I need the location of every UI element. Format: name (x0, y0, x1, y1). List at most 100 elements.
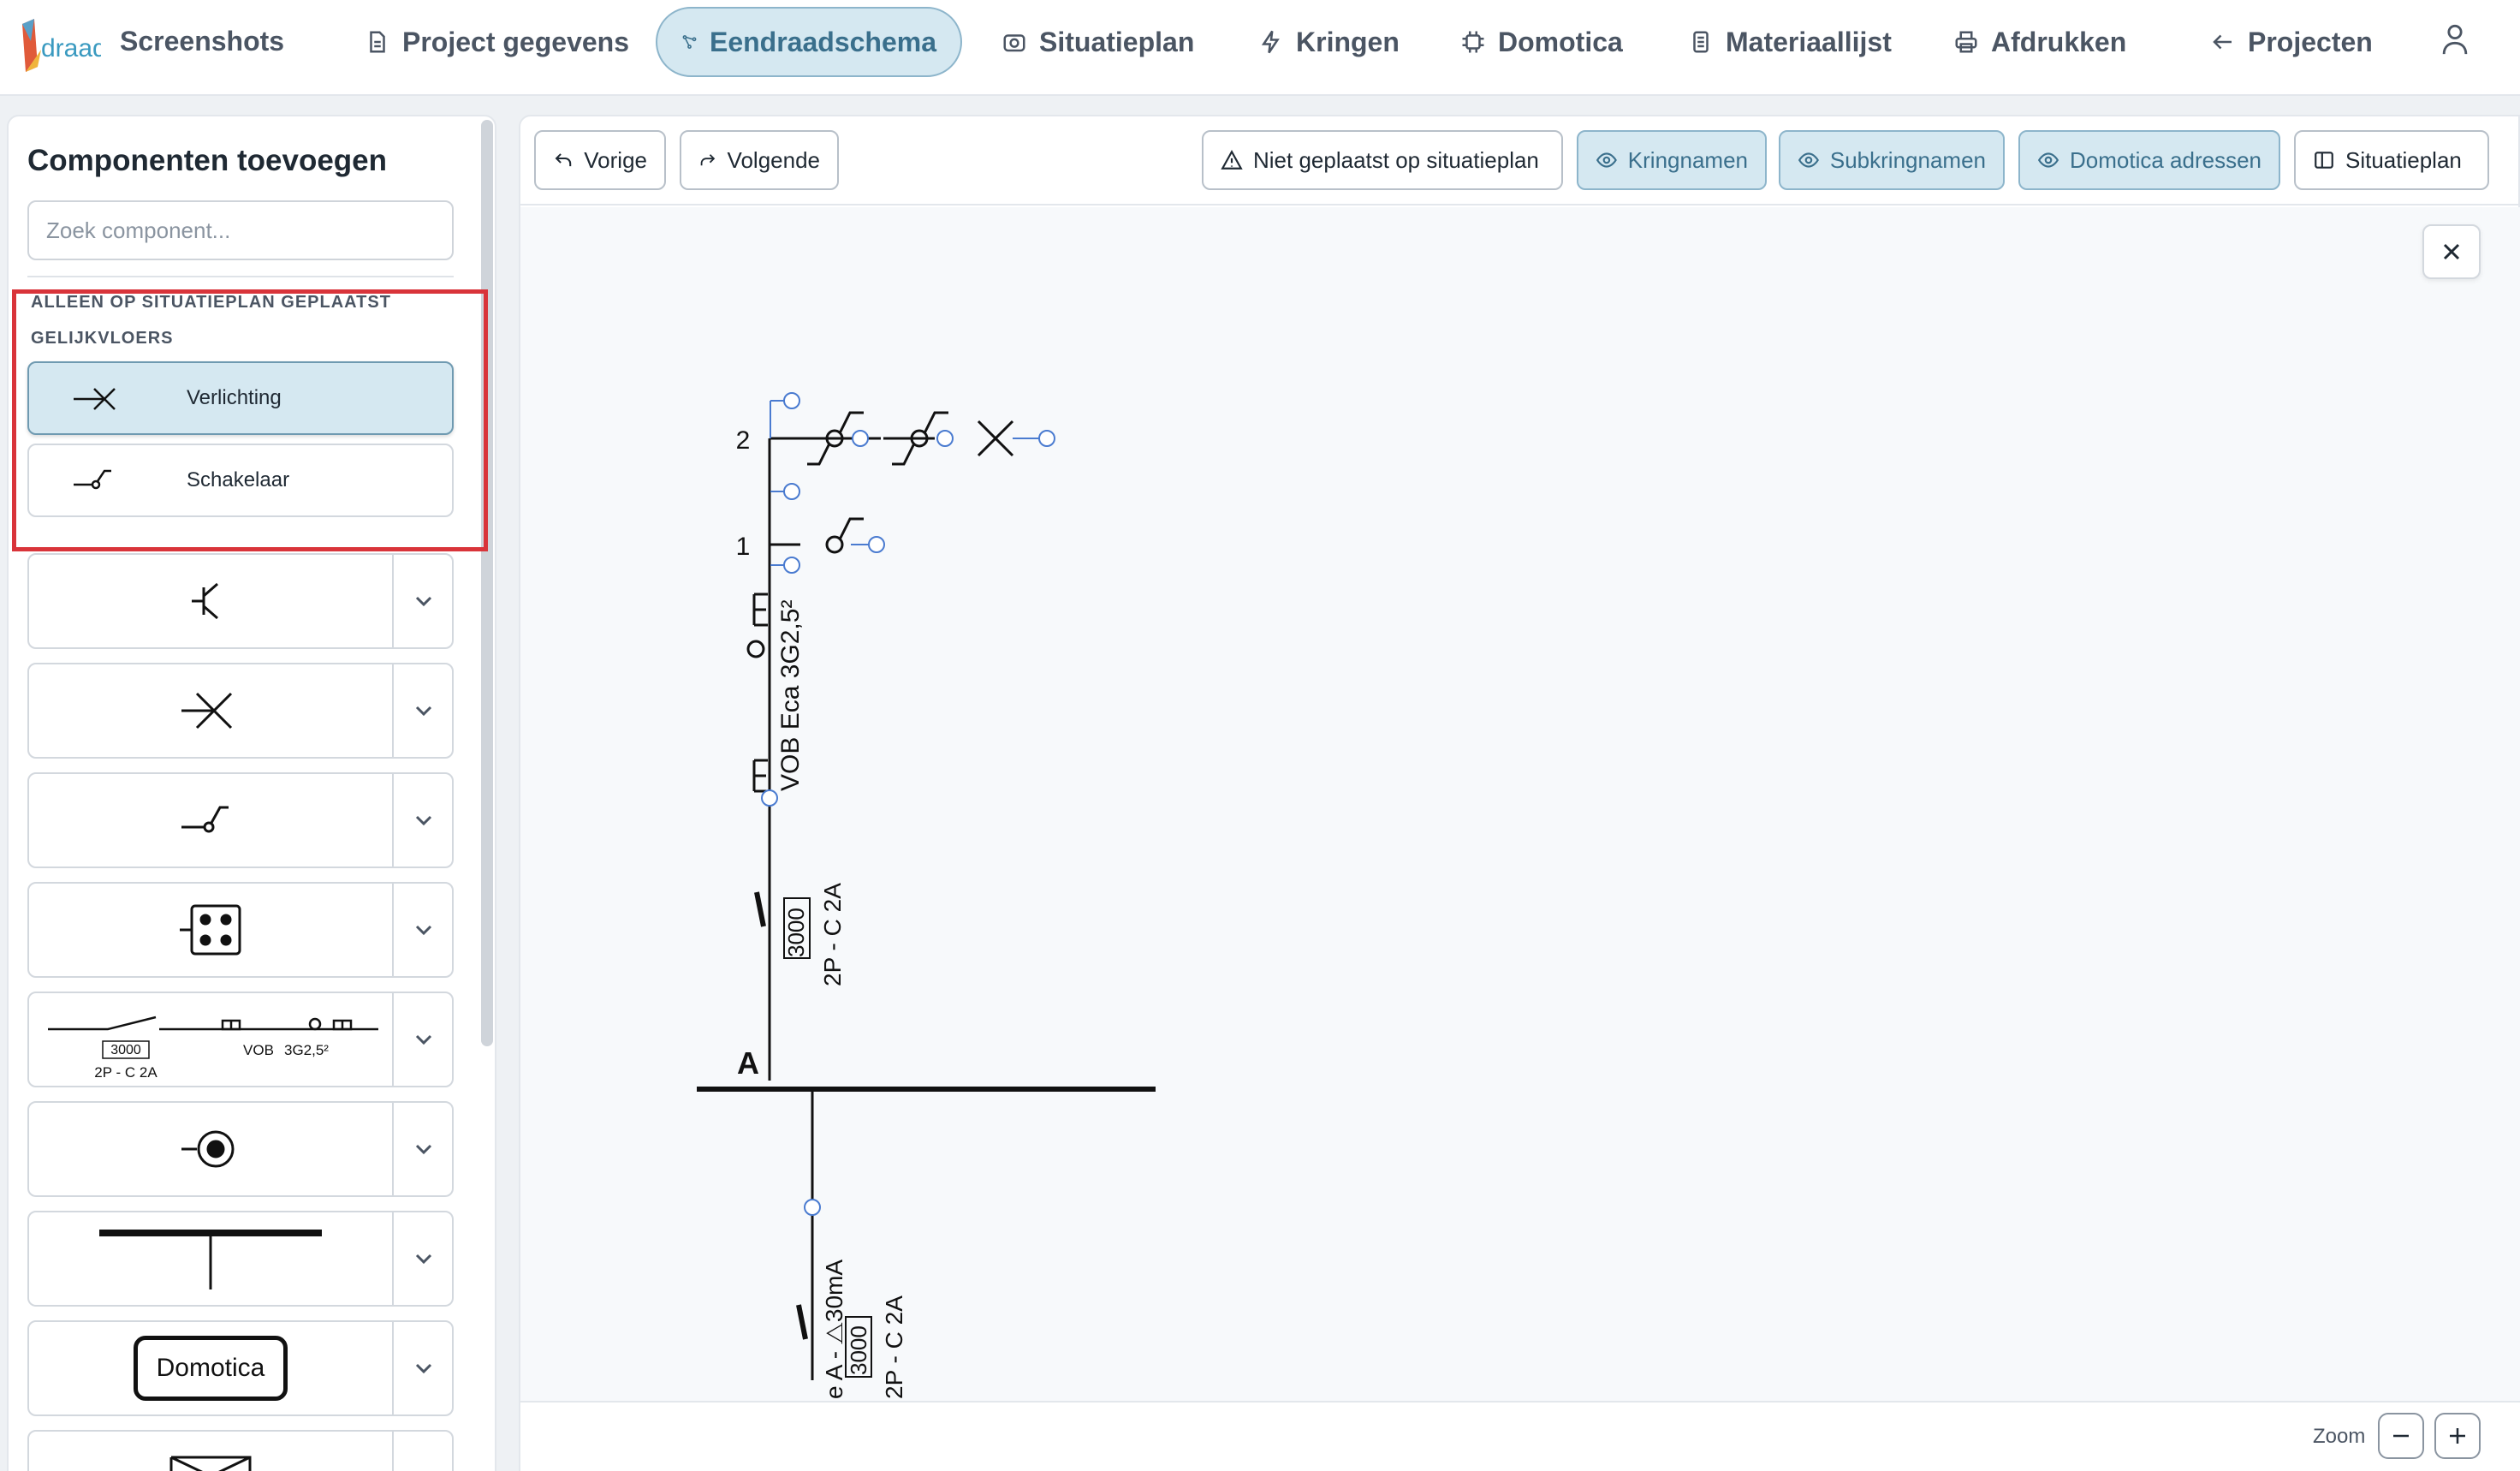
symbol-row[interactable]: 3000 2P - C 2A VOB 3G2,5² (27, 992, 454, 1087)
not-placed-button[interactable]: Niet geplaatst op situatieplan (1202, 130, 1563, 190)
nav-label: Situatieplan (1039, 26, 1195, 57)
eye-icon (1596, 152, 1617, 168)
kringnamen-toggle[interactable]: Kringnamen (1577, 130, 1767, 190)
domotica-symbol-icon: Domotica (133, 1336, 288, 1401)
subkringnamen-label: Subkringnamen (1829, 146, 1986, 173)
situatieplan-button[interactable]: Situatieplan (2294, 130, 2489, 190)
symbol-button[interactable]: Domotica (29, 1322, 392, 1414)
chevron-down-icon (415, 596, 432, 607)
chevron-down-icon (415, 706, 432, 717)
expand-button[interactable] (392, 555, 454, 647)
symbol-button[interactable] (29, 555, 392, 647)
nav-projecten[interactable]: Projecten (2186, 7, 2397, 77)
list-icon (1693, 31, 1709, 53)
document-icon (370, 31, 385, 53)
subkringnamen-toggle[interactable]: Subkringnamen (1779, 130, 2005, 190)
next-button[interactable]: Volgende (680, 130, 839, 190)
close-button[interactable] (2422, 224, 2481, 279)
not-placed-label: Niet geplaatst op situatieplan (1253, 146, 1539, 173)
minus-icon (2393, 1434, 2409, 1438)
socket-symbol-icon (180, 904, 241, 956)
light-symbol-icon (181, 692, 233, 730)
zoom-in-button[interactable] (2434, 1413, 2481, 1459)
symbol-button[interactable]: 3000 2P - C 2A VOB 3G2,5² (29, 993, 392, 1086)
brand-name[interactable]: Screenshots (120, 26, 284, 57)
previous-button[interactable]: Vorige (534, 130, 666, 190)
domotica-adressen-toggle[interactable]: Domotica adressen (2018, 130, 2280, 190)
nav-materiaallijst[interactable]: Materiaallijst (1664, 7, 1916, 77)
sidebar-scrollbar[interactable] (481, 120, 493, 1046)
switch-symbol-icon (181, 806, 229, 833)
component-search-input[interactable] (27, 200, 454, 260)
chevron-down-icon (415, 1363, 432, 1374)
chevron-down-icon (415, 815, 432, 826)
app-logo-icon[interactable]: draad (15, 15, 101, 75)
circuit-line-symbol-icon: 3000 2P - C 2A VOB 3G2,5² (48, 1015, 378, 1081)
symbol-row[interactable] (27, 663, 454, 759)
row-1-label: 1 (736, 533, 751, 561)
expand-button[interactable] (392, 774, 454, 867)
highlight-box (12, 289, 488, 551)
kringnamen-label: Kringnamen (1627, 146, 1748, 173)
nav-label: Materiaallijst (1726, 26, 1892, 57)
breaker-spec: 2P - C 2A (819, 883, 846, 986)
symbol-row[interactable] (27, 1430, 454, 1471)
expand-button[interactable] (392, 884, 454, 976)
nav-label: Projecten (2248, 26, 2373, 57)
symbol-button[interactable] (29, 1212, 392, 1305)
zoom-out-button[interactable] (2378, 1413, 2424, 1459)
expand-button[interactable] (392, 1103, 454, 1195)
eye-icon (2037, 152, 2059, 168)
busbar-label: A (737, 1045, 759, 1081)
user-icon[interactable] (2440, 22, 2470, 57)
expand-button[interactable] (392, 1322, 454, 1414)
circuit-spec-text: 2P - C 2A (94, 1064, 158, 1081)
rcd-spec: 2P - C 2A (881, 1295, 907, 1399)
symbol-row[interactable] (27, 553, 454, 649)
circuit-cable-section-text: 3G2,5² (284, 1042, 329, 1058)
nav-label: Project gegevens (402, 26, 629, 57)
chip-icon (1462, 31, 1484, 53)
svg-text:draad: draad (41, 34, 101, 63)
symbol-row[interactable] (27, 1101, 454, 1197)
symbol-row[interactable]: Domotica (27, 1320, 454, 1416)
sidebar-title: Componenten toevoegen (27, 144, 388, 177)
close-icon (2443, 243, 2460, 260)
redo-icon (700, 154, 716, 166)
nav-kringen[interactable]: Kringen (1234, 7, 1423, 77)
symbol-button[interactable] (29, 884, 392, 976)
lightning-icon (1261, 30, 1280, 54)
schema-icon (682, 35, 697, 49)
expand-button[interactable] (392, 993, 454, 1086)
printer-icon (1955, 31, 1977, 53)
symbol-button[interactable] (29, 664, 392, 757)
zoom-bar (520, 1401, 2520, 1471)
nav-situatieplan[interactable]: Situatieplan (978, 7, 1218, 77)
plus-icon (2450, 1428, 2465, 1444)
nav-eendraadschema[interactable]: Eendraadschema (656, 7, 962, 77)
nav-project-gegevens[interactable]: Project gegevens (341, 7, 653, 77)
domotica-adressen-label: Domotica adressen (2070, 146, 2261, 173)
circuit-cable-type-text: VOB (243, 1042, 274, 1058)
split-view-icon (2315, 152, 2333, 169)
light-fixture (977, 420, 1014, 457)
symbol-button[interactable] (29, 1432, 392, 1471)
chevron-down-icon (415, 1254, 432, 1265)
busbar-symbol-icon (99, 1230, 322, 1289)
camera-icon (1003, 34, 1025, 52)
symbol-button[interactable] (29, 774, 392, 867)
nav-label: Afdrukken (1991, 26, 2127, 57)
circuit-rating-text: 3000 (110, 1043, 141, 1057)
expand-button[interactable] (392, 1432, 454, 1471)
expand-button[interactable] (392, 1212, 454, 1305)
symbol-row[interactable] (27, 1211, 454, 1307)
symbol-row[interactable] (27, 772, 454, 868)
symbol-button[interactable] (29, 1103, 392, 1195)
expand-button[interactable] (392, 664, 454, 757)
single-line-diagram[interactable]: 2 1 VOB Eca 3G2,5² 3000 2P - C 2A A e A … (520, 207, 1291, 1401)
symbol-row[interactable] (27, 882, 454, 978)
nav-label: Eendraadschema (709, 26, 936, 57)
nav-domotica[interactable]: Domotica (1436, 7, 1647, 77)
breaker-rating: 3000 (783, 908, 809, 957)
nav-afdrukken[interactable]: Afdrukken (1929, 7, 2150, 77)
